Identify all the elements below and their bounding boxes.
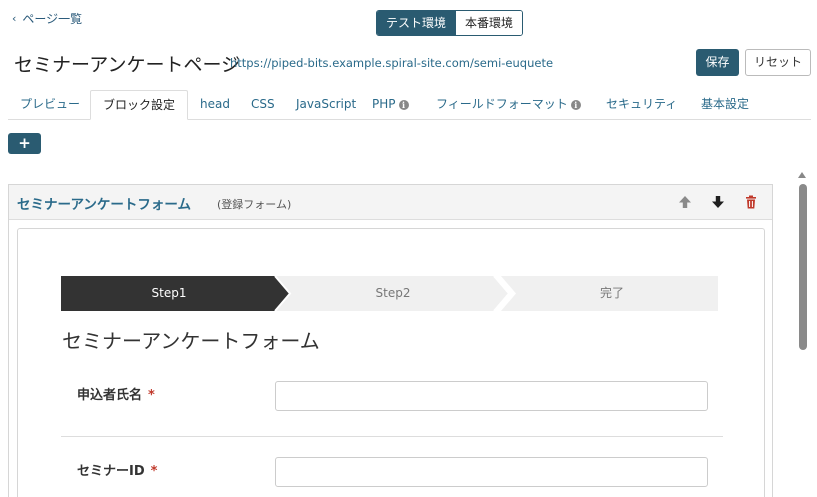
- step-complete-label: 完了: [599, 286, 624, 300]
- required-mark: *: [150, 464, 158, 479]
- arrow-down-icon[interactable]: [710, 194, 726, 210]
- tab-preview[interactable]: プレビュー: [20, 90, 80, 120]
- field-divider: [61, 436, 723, 437]
- page-title: セミナーアンケートページ: [14, 54, 241, 76]
- reset-button[interactable]: リセット: [745, 49, 811, 76]
- step-1-label: Step1: [151, 286, 187, 300]
- back-link-label: ページ一覧: [22, 12, 83, 26]
- back-to-page-list-link[interactable]: ‹ ページ一覧: [12, 10, 82, 27]
- tab-security[interactable]: セキュリティ: [606, 90, 677, 120]
- scrollbar[interactable]: [795, 166, 811, 497]
- tab-css[interactable]: CSS: [251, 90, 275, 120]
- environment-toggle: テスト環境 本番環境: [376, 10, 524, 36]
- trash-icon[interactable]: [743, 194, 759, 210]
- tab-field-format-label: フィールドフォーマット: [436, 97, 568, 111]
- save-button[interactable]: 保存: [696, 49, 739, 76]
- step-indicator: Step1 Step2 完了: [61, 276, 718, 311]
- chevron-left-icon: ‹: [12, 12, 17, 25]
- scroll-up-arrow-icon[interactable]: [798, 172, 806, 178]
- block-card: セミナーアンケートフォーム (登録フォーム) Step1 Step2 完了 セミ…: [8, 184, 773, 497]
- tab-head[interactable]: head: [200, 90, 230, 120]
- form-title: セミナーアンケートフォーム: [62, 329, 320, 353]
- block-title: セミナーアンケートフォーム: [17, 197, 192, 213]
- add-block-button[interactable]: +: [8, 133, 41, 154]
- tab-bar: プレビュー ブロック設定 head CSS JavaScript PHP i フィ…: [8, 90, 811, 120]
- tab-field-format[interactable]: フィールドフォーマット i: [436, 90, 581, 120]
- page-url-link[interactable]: https://piped-bits.example.spiral-site.c…: [230, 56, 553, 70]
- required-mark: *: [148, 388, 155, 403]
- info-icon: i: [570, 99, 581, 110]
- scrollbar-thumb[interactable]: [799, 184, 807, 350]
- tab-basic-settings[interactable]: 基本設定: [701, 90, 749, 120]
- field-label-text: セミナーID: [77, 464, 145, 479]
- env-prod-button[interactable]: 本番環境: [455, 11, 523, 35]
- info-icon: i: [398, 99, 409, 110]
- seminar-id-input[interactable]: [275, 457, 708, 487]
- env-test-button[interactable]: テスト環境: [377, 11, 456, 35]
- block-header: セミナーアンケートフォーム (登録フォーム): [9, 185, 772, 220]
- field-label-seminar-id: セミナーID *: [77, 460, 157, 479]
- field-label-text: 申込者氏名: [77, 388, 143, 403]
- block-type-label: (登録フォーム): [217, 198, 292, 211]
- tab-php-label: PHP: [372, 97, 396, 111]
- tab-block-settings[interactable]: ブロック設定: [90, 90, 189, 120]
- form-preview: Step1 Step2 完了 セミナーアンケートフォーム 申込者氏名 * セミナー…: [17, 228, 765, 497]
- tab-javascript[interactable]: JavaScript: [296, 90, 356, 120]
- arrow-up-icon[interactable]: [677, 194, 693, 210]
- field-label-applicant-name: 申込者氏名 *: [77, 384, 155, 403]
- tab-php[interactable]: PHP i: [372, 90, 409, 120]
- step-2-label: Step2: [375, 286, 411, 300]
- applicant-name-input[interactable]: [275, 381, 708, 411]
